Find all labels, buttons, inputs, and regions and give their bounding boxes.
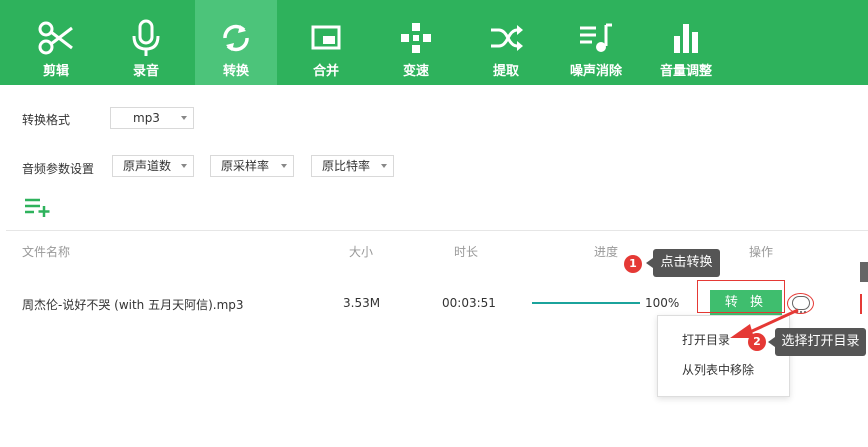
window-edge xyxy=(860,262,868,282)
tool-volume[interactable]: 音量调整 xyxy=(645,0,727,85)
file-name: 周杰伦-说好不哭 (with 五月天阿信).mp3 xyxy=(22,298,244,312)
tool-convert[interactable]: 转换 xyxy=(195,0,277,85)
tool-speed-label: 变速 xyxy=(402,64,429,79)
progress-bar xyxy=(532,302,640,304)
progress-fill xyxy=(532,302,640,304)
file-size: 3.53M xyxy=(343,296,381,310)
tool-speed[interactable]: 变速 xyxy=(375,0,457,85)
tool-merge-label: 合并 xyxy=(312,64,339,79)
section-divider xyxy=(6,230,868,231)
tool-denoise[interactable]: 噪声消除 xyxy=(555,0,637,85)
tool-volume-label: 音量调整 xyxy=(659,64,712,79)
step1-callout: 点击转换 xyxy=(646,249,720,277)
main-toolbar: 剪辑 录音 转换 合并 变速 提取 噪声消除 音量调整 xyxy=(0,0,868,85)
speed-icon xyxy=(396,18,436,58)
header-action: 操作 xyxy=(749,245,774,259)
add-list-icon xyxy=(24,198,52,220)
channels-select-value: 原声道数 xyxy=(123,159,172,173)
tool-cut-label: 剪辑 xyxy=(42,64,69,79)
audio-params-label: 音频参数设置 xyxy=(22,162,95,176)
chevron-down-icon xyxy=(181,116,187,120)
file-duration: 00:03:51 xyxy=(442,296,496,310)
progress-text: 100% xyxy=(645,296,680,310)
tool-extract-label: 提取 xyxy=(492,64,519,79)
tool-record[interactable]: 录音 xyxy=(105,0,187,85)
header-progress: 进度 xyxy=(594,245,619,259)
step1-badge: 1 xyxy=(624,255,642,273)
chevron-down-icon xyxy=(281,164,287,168)
format-label: 转换格式 xyxy=(22,113,71,127)
menu-item-remove[interactable]: 从列表中移除 xyxy=(682,361,754,378)
microphone-icon xyxy=(126,18,166,58)
bar-chart-icon xyxy=(666,18,706,58)
header-size: 大小 xyxy=(349,245,374,259)
tool-extract[interactable]: 提取 xyxy=(465,0,547,85)
tool-convert-label: 转换 xyxy=(222,64,249,79)
samplerate-select-value: 原采样率 xyxy=(221,159,270,173)
merge-icon xyxy=(306,18,346,58)
scissors-icon xyxy=(36,18,76,58)
header-name: 文件名称 xyxy=(22,245,71,259)
format-select[interactable]: mp3 xyxy=(110,107,194,129)
samplerate-select[interactable]: 原采样率 xyxy=(210,155,294,177)
shuffle-icon xyxy=(486,18,526,58)
channels-select[interactable]: 原声道数 xyxy=(112,155,194,177)
tool-denoise-label: 噪声消除 xyxy=(569,64,622,79)
window-edge-marker xyxy=(860,294,862,314)
bitrate-select-value: 原比特率 xyxy=(322,159,371,173)
tool-merge[interactable]: 合并 xyxy=(285,0,367,85)
chevron-down-icon xyxy=(181,164,187,168)
step2-badge: 2 xyxy=(748,333,766,351)
music-note-icon xyxy=(576,18,616,58)
tool-record-label: 录音 xyxy=(132,64,159,79)
bitrate-select[interactable]: 原比特率 xyxy=(311,155,394,177)
step2-callout: 选择打开目录 xyxy=(768,328,866,356)
add-files-button[interactable] xyxy=(24,197,52,217)
format-select-value: mp3 xyxy=(133,111,160,125)
header-duration: 时长 xyxy=(454,245,479,259)
tool-cut[interactable]: 剪辑 xyxy=(15,0,97,85)
chevron-down-icon xyxy=(381,164,387,168)
refresh-icon xyxy=(216,18,256,58)
